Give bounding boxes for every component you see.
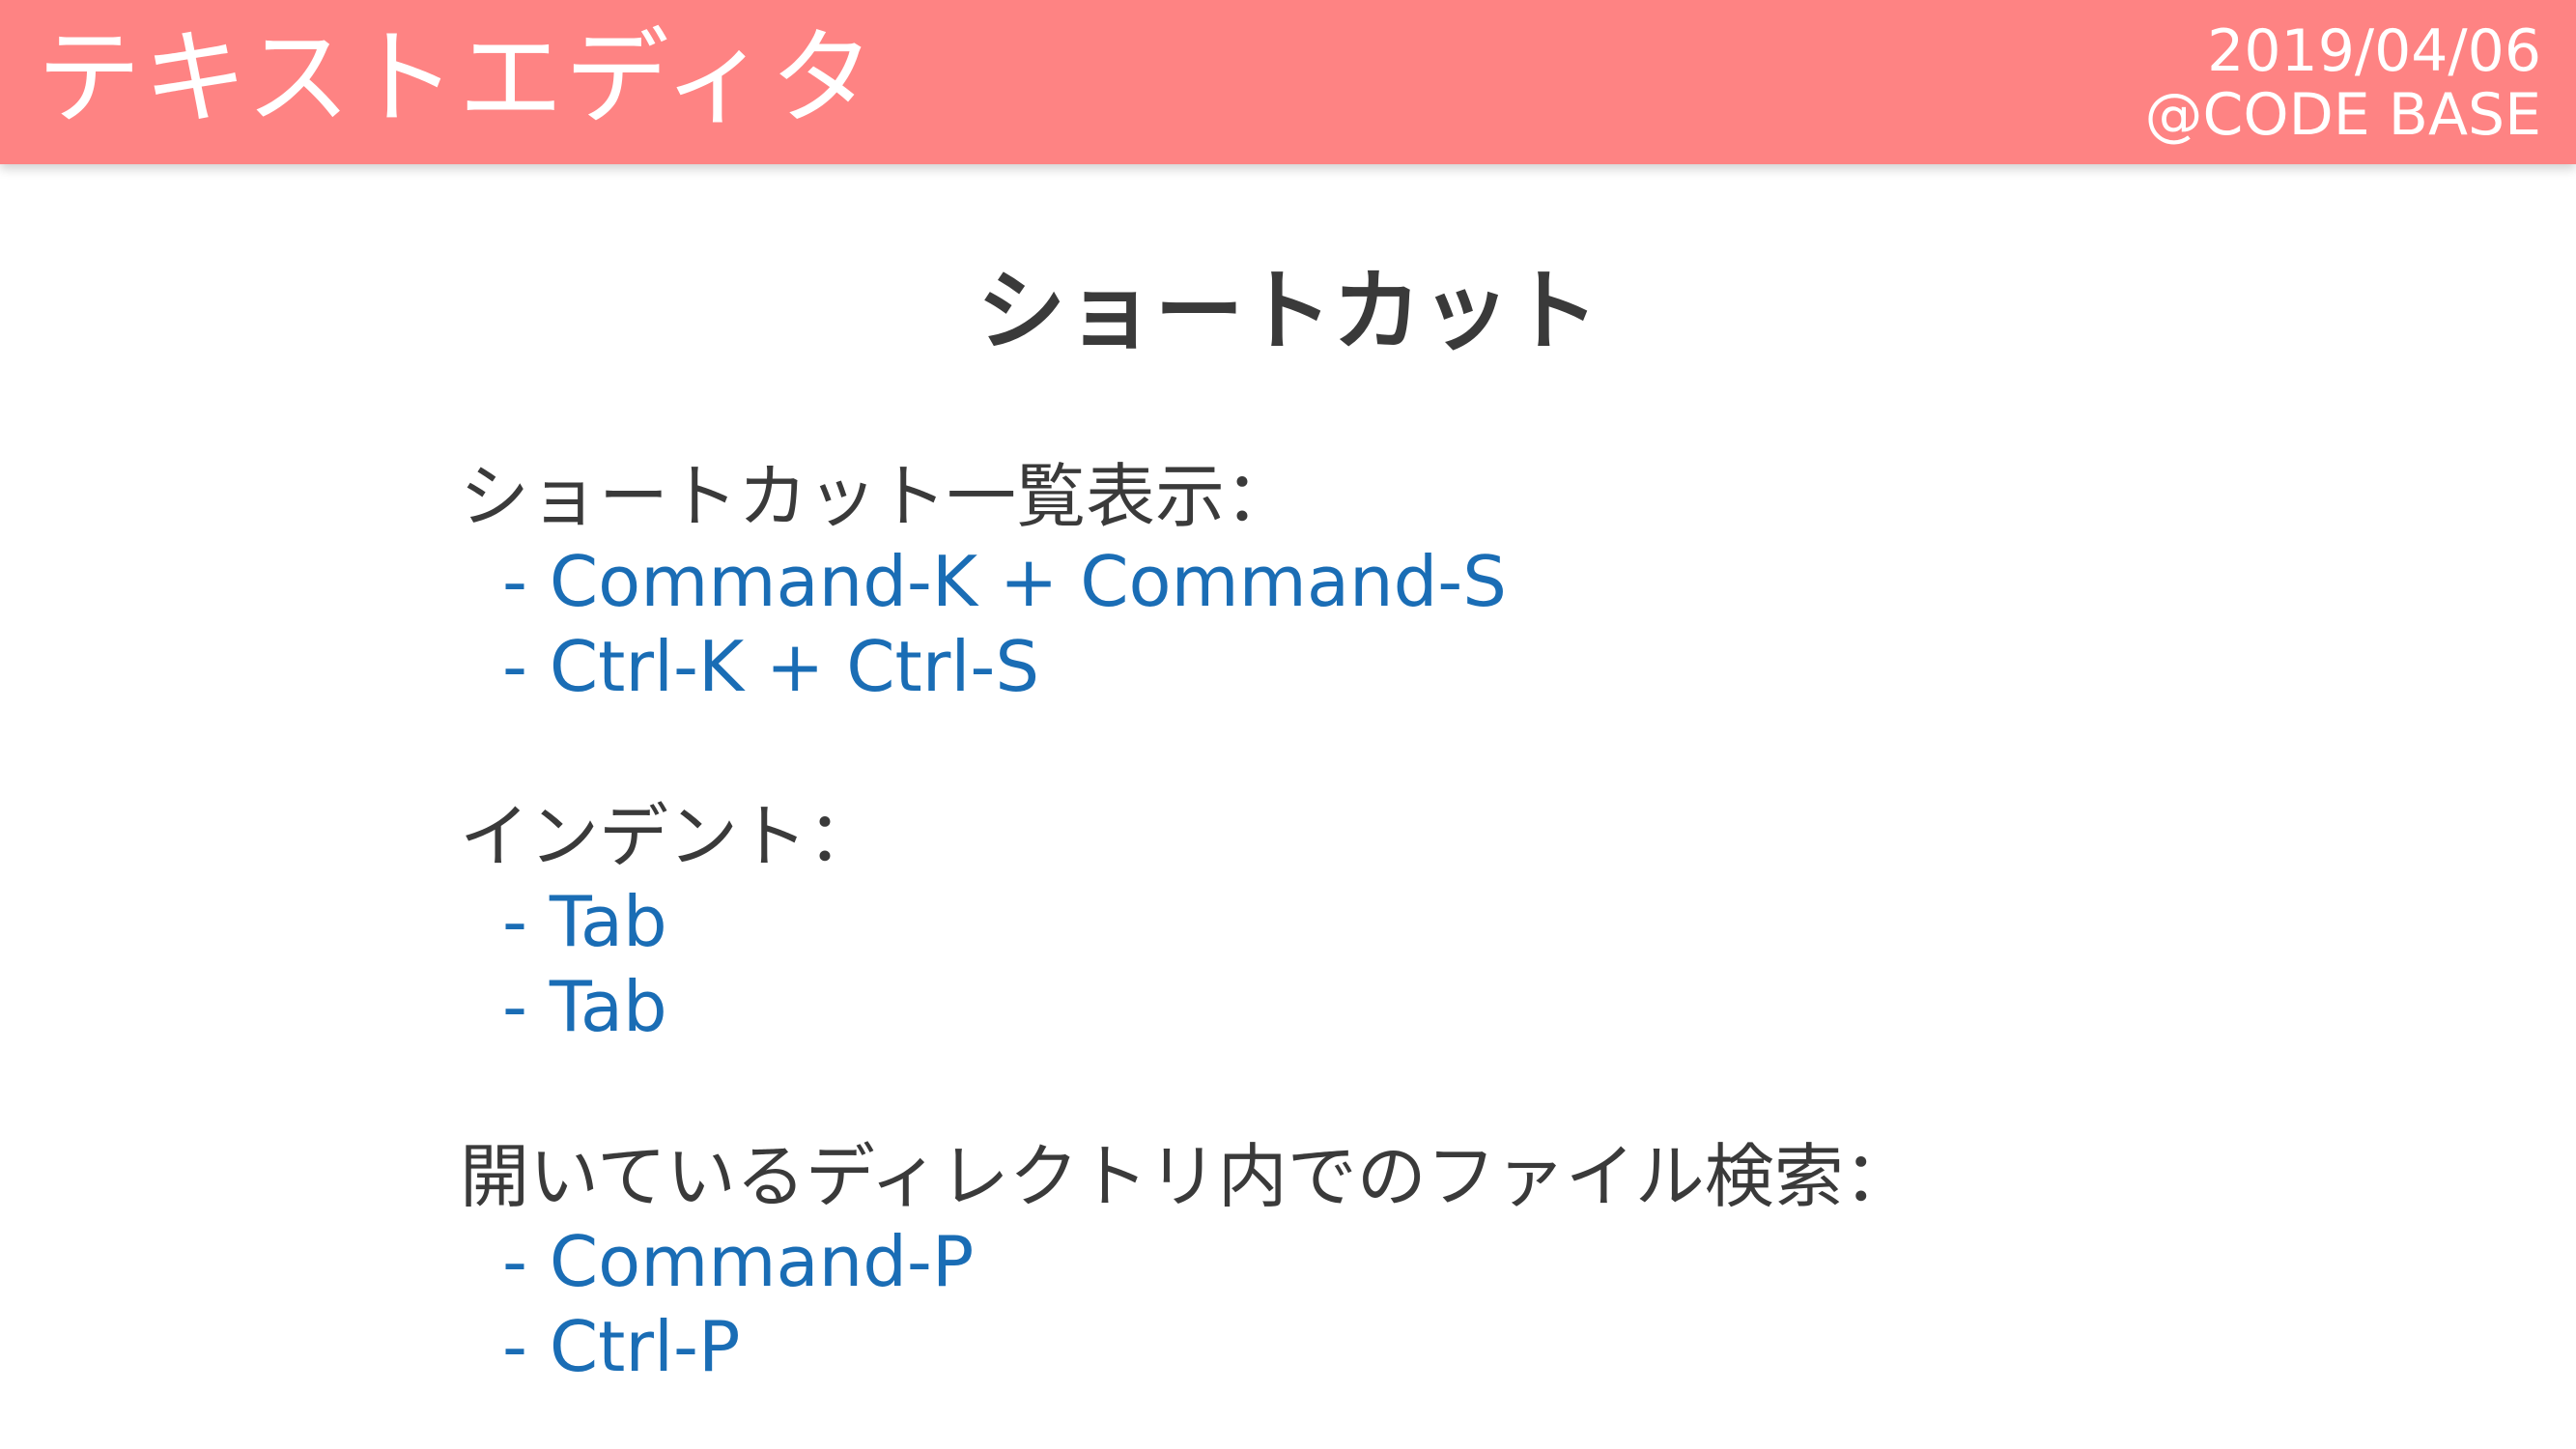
section-label: インデント： (460, 796, 878, 877)
header-bar: テキストエディタ 2019/04/06 @CODE BASE (0, 0, 2576, 164)
shortcut-item-win: - Ctrl-K + Ctrl-S (502, 626, 1040, 707)
section-label: ショートカット一覧表示： (460, 456, 1295, 537)
section-shortcut-list: ショートカット一覧表示： - Command-K + Command-S - C… (460, 454, 2295, 709)
section-label: 開いているディレクトリ内でのファイル検索： (460, 1136, 1913, 1217)
shortcut-item-mac: - Tab (502, 881, 667, 962)
shortcut-item-win: - Ctrl-P (502, 1306, 741, 1387)
header-org: @CODE BASE (2144, 81, 2541, 149)
header-title: テキストエディタ (37, 18, 877, 139)
shortcut-item-mac: - Command-K + Command-S (502, 541, 1507, 622)
slide-title: ショートカット (977, 260, 1599, 363)
header-meta: 2019/04/06 @CODE BASE (2144, 19, 2541, 147)
shortcut-list: ショートカット一覧表示： - Command-K + Command-S - C… (460, 454, 2295, 1449)
section-indent: インデント： - Tab - Tab (460, 794, 2295, 1049)
section-file-search: 開いているディレクトリ内でのファイル検索： - Command-P - Ctrl… (460, 1134, 2295, 1389)
shortcut-item-mac: - Command-P (502, 1221, 975, 1302)
header-date: 2019/04/06 (2207, 17, 2541, 85)
shortcut-item-win: - Tab (502, 966, 667, 1047)
